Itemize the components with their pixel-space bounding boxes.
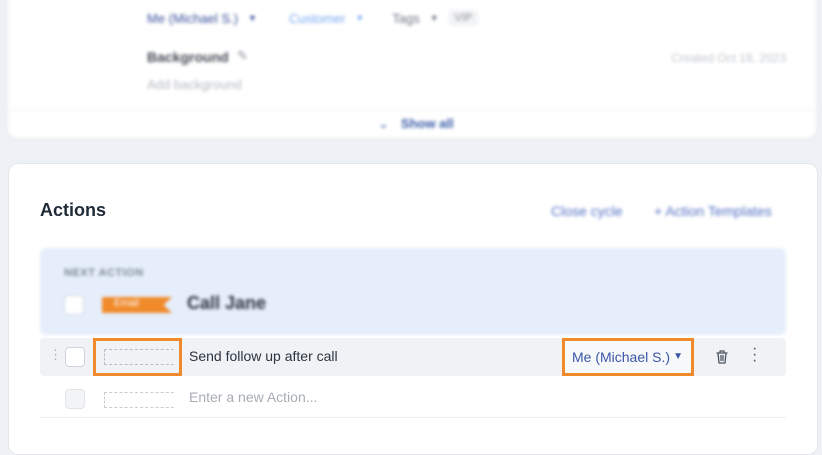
contact-details-card: Me (Michael S.) ▼ Customer ▼ Tags ▼ VIP … — [8, 0, 816, 138]
meta-row: Me (Michael S.) ▼ Customer ▼ Tags ▼ VIP — [147, 10, 479, 26]
next-action-checkbox[interactable] — [64, 295, 84, 315]
chevron-down-icon: ▼ — [248, 13, 257, 23]
background-input[interactable]: Add background — [147, 77, 242, 92]
created-date: Created Oct 18, 2023 — [671, 51, 786, 65]
tags-label[interactable]: Tags — [392, 11, 419, 26]
owner-select[interactable]: Me (Michael S.) — [147, 11, 238, 26]
background-label: Background — [147, 49, 229, 65]
new-action-row: Enter a new Action... — [40, 379, 786, 418]
more-options-icon[interactable]: · · · — [752, 341, 757, 369]
actions-card: Actions Close cycle + Action Templates N… — [8, 163, 818, 455]
section-title: Actions — [40, 200, 107, 220]
trash-icon[interactable] — [712, 347, 732, 367]
chevron-down-icon: ⌄ — [378, 116, 389, 131]
assignee-label: Me (Michael S.) — [572, 349, 671, 365]
chevron-down-icon: ▼ — [673, 351, 683, 362]
next-action-panel: NEXT ACTION Email Call Jane — [40, 248, 786, 335]
type-select[interactable]: Customer — [289, 11, 345, 26]
assignee-select[interactable]: Me (Michael S.) ▼ — [562, 338, 694, 376]
action-templates-button[interactable]: + Action Templates — [654, 203, 772, 219]
divider — [8, 110, 816, 111]
close-cycle-button[interactable]: Close cycle — [551, 203, 623, 219]
action-row[interactable]: ⋮⋮ Send follow up after call Me (Michael… — [40, 338, 786, 376]
flag-label: Email — [114, 298, 140, 309]
tag-badge: VIP — [448, 10, 479, 26]
next-action-title[interactable]: Call Jane — [187, 293, 266, 314]
edit-icon[interactable]: ✎ — [237, 48, 248, 64]
action-type-flag[interactable] — [93, 338, 182, 376]
flag-placeholder-icon — [104, 349, 174, 365]
show-all-button[interactable]: ⌄ Show all — [378, 116, 454, 132]
type-flag[interactable]: Email — [102, 297, 172, 313]
new-action-checkbox — [65, 389, 85, 409]
action-text[interactable]: Send follow up after call — [189, 348, 338, 364]
action-checkbox[interactable] — [65, 347, 85, 367]
action-templates-label: Action Templates — [665, 203, 772, 219]
chevron-down-icon: ▼ — [429, 13, 439, 23]
plus-icon: + — [654, 203, 663, 219]
chevron-down-icon: ▼ — [355, 13, 365, 23]
next-action-label: NEXT ACTION — [64, 267, 144, 279]
new-action-input[interactable]: Enter a new Action... — [189, 389, 317, 405]
new-action-flag-placeholder — [104, 392, 174, 408]
show-all-label: Show all — [400, 116, 454, 131]
